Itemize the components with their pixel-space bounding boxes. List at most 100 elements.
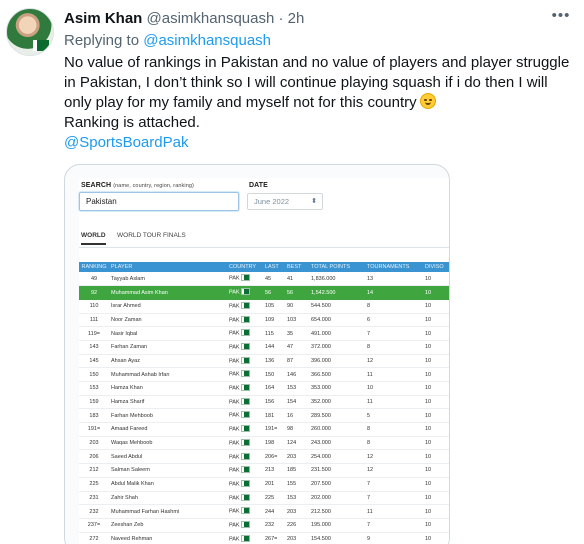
tweet-text: No value of rankings in Pakistan and no … xyxy=(64,53,574,153)
table-cell-wrap: 203 xyxy=(79,436,109,451)
table-cell: 207.500 xyxy=(311,481,331,488)
pakistan-flag-icon xyxy=(240,452,250,460)
table-cell-wrap: 56 xyxy=(263,285,285,300)
table-cell-wrap: 267= xyxy=(263,532,285,544)
table-cell-wrap: Waqas Mehboob xyxy=(109,436,227,451)
table-cell: 203 xyxy=(287,453,297,460)
table-cell-wrap: 203 xyxy=(285,532,309,544)
table-cell: 10 xyxy=(425,440,432,447)
table-cell-wrap: 110 xyxy=(79,299,109,314)
author-name[interactable]: Asim Khan xyxy=(64,10,142,27)
pakistan-flag-icon xyxy=(240,384,250,392)
table-cell: 353.000 xyxy=(311,385,331,392)
table-cell: Ahsan Ayaz xyxy=(111,357,140,364)
table-cell-wrap: 201 xyxy=(263,477,285,492)
table-cell: 164 xyxy=(265,385,275,392)
table-cell-wrap: 10 xyxy=(423,436,449,451)
table-row: 159 Hamza Sharif PAK 156 154 352.000 11 10 xyxy=(79,395,449,410)
table-cell: 10 xyxy=(425,412,432,419)
smiling-face-emoji-icon xyxy=(419,93,436,109)
table-cell: 10 xyxy=(425,535,432,542)
table-row: 225 Abdul Malik Khan PAK 201 155 207.500 7 10 xyxy=(79,477,449,492)
table-cell-wrap: 87 xyxy=(285,354,309,369)
table-cell: PAK xyxy=(229,426,240,433)
table-cell-wrap: 10 xyxy=(423,313,449,328)
table-cell: 198 xyxy=(265,440,275,447)
table-cell: 105 xyxy=(265,303,275,310)
table-cell: 153 xyxy=(89,385,99,392)
pakistan-flag-icon xyxy=(240,315,250,323)
tweet-time[interactable]: 2h xyxy=(288,10,305,27)
table-cell: 136 xyxy=(265,357,275,364)
author-handle[interactable]: @asimkhansquash xyxy=(147,10,275,27)
table-cell-wrap: Muhammad Ashab Irfan xyxy=(109,367,227,382)
table-cell: PAK xyxy=(229,344,240,351)
table-cell: 159 xyxy=(89,399,99,406)
table-cell-wrap: 226 xyxy=(285,518,309,533)
table-cell: PAK xyxy=(229,495,240,502)
table-cell: 206 xyxy=(89,453,99,460)
mention-link[interactable]: @SportsBoardPak xyxy=(64,133,574,153)
replying-to-line: Replying to @asimkhansquash xyxy=(64,31,271,51)
tweet-text-line: in Pakistan, I don’t think so I will con… xyxy=(64,74,548,91)
table-cell-wrap: 164 xyxy=(263,381,285,396)
pakistan-flag-icon xyxy=(240,343,250,351)
table-cell-wrap: 232 xyxy=(263,518,285,533)
table-cell: 10 xyxy=(425,289,432,296)
table-cell-wrap: 191= xyxy=(263,422,285,437)
table-cell-wrap: Muhammad Farhan Hashmi xyxy=(109,504,227,519)
table-cell: 10 xyxy=(425,357,432,364)
table-row: 237= Zeeshan Zeb PAK 232 226 195.000 7 10 xyxy=(79,518,449,533)
table-cell: 14 xyxy=(367,289,374,296)
table-cell-wrap: 7 xyxy=(365,518,423,533)
table-cell: 150 xyxy=(265,371,275,378)
table-cell: 8 xyxy=(367,303,371,310)
author-avatar[interactable] xyxy=(6,8,54,56)
select-chevron-icon: ⬍ xyxy=(311,198,317,205)
table-cell-wrap: 231.500 xyxy=(309,463,365,478)
table-cell: 10 xyxy=(425,508,432,515)
table-cell-wrap: 111 xyxy=(79,313,109,328)
table-cell: 90 xyxy=(287,303,294,310)
replying-to-handle[interactable]: @asimkhansquash xyxy=(143,32,271,49)
pakistan-flag-icon xyxy=(240,479,250,487)
table-cell: 7 xyxy=(367,481,371,488)
pakistan-flag-icon xyxy=(240,301,250,309)
table-cell-wrap: 8 xyxy=(365,436,423,451)
table-cell-wrap: 254.000 xyxy=(309,449,365,465)
table-cell: 206= xyxy=(265,453,278,460)
table-cell-wrap: 10 xyxy=(423,491,449,506)
table-cell-wrap: 10 xyxy=(423,477,449,492)
table-cell-wrap: 272 xyxy=(79,532,109,544)
table-cell: PAK xyxy=(229,536,240,543)
table-cell-wrap: PAK xyxy=(227,381,263,396)
table-cell: 231.500 xyxy=(311,467,331,474)
table-cell-wrap: PAK xyxy=(227,326,263,341)
table-cell: 12 xyxy=(367,453,374,460)
table-cell: 13 xyxy=(367,275,374,282)
table-cell-wrap: Saeed Abdul xyxy=(109,449,227,465)
table-cell: Saeed Abdul xyxy=(111,453,143,460)
table-cell-wrap: 12 xyxy=(365,354,423,369)
table-row: 203 Waqas Mehboob PAK 198 124 243.000 8 10 xyxy=(79,436,449,451)
table-cell-wrap: Muhammad Asim Khan xyxy=(109,285,227,300)
table-row: 206 Saeed Abdul PAK 206= 203 254.000 12 10 xyxy=(79,449,449,465)
tweet-text-line: Ranking is attached. xyxy=(64,114,200,131)
col-header: DIVISO xyxy=(423,262,449,272)
table-cell-wrap: 11 xyxy=(365,395,423,410)
table-cell: 153 xyxy=(287,494,297,501)
table-cell: PAK xyxy=(229,399,240,406)
table-cell: 10 xyxy=(425,316,432,323)
tweet-header: Asim Khan @asimkhansquash · 2h xyxy=(64,9,304,29)
table-cell-wrap: 10 xyxy=(423,395,449,410)
table-cell: 10 xyxy=(425,371,432,378)
attached-ranking-image[interactable]: SEARCH (name, country, region, ranking) … xyxy=(64,164,450,544)
table-row: 92 Muhammad Asim Khan PAK 56 56 1,542.500 14 10 xyxy=(79,285,449,300)
more-horizontal-icon[interactable]: ••• xyxy=(550,8,572,27)
table-cell: 10 xyxy=(425,275,432,282)
table-cell: 12 xyxy=(367,357,374,364)
table-cell: 7 xyxy=(367,522,371,529)
table-cell: 654.000 xyxy=(311,316,331,323)
table-cell-wrap: 90 xyxy=(285,299,309,314)
table-cell: 110 xyxy=(89,303,99,310)
